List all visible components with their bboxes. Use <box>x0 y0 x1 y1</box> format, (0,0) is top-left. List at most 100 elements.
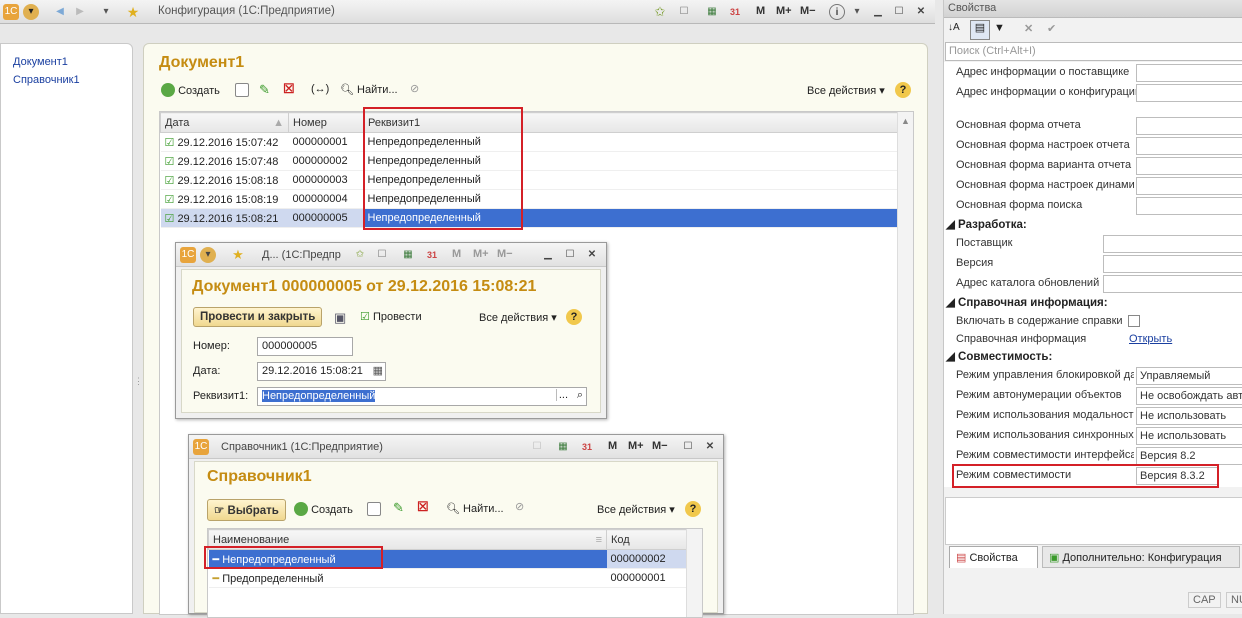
help-open-link[interactable]: Открыть <box>1129 333 1172 345</box>
help-icon[interactable]: ? <box>895 82 911 98</box>
create-button[interactable]: Создать <box>161 83 220 97</box>
tab-properties[interactable]: ▤ Свойства <box>949 546 1038 568</box>
app-logo-icon[interactable]: 1С <box>180 247 196 263</box>
table-row-selected[interactable]: ☑ 29.12.2016 15:08:21 000000005 Непредопре… <box>160 208 898 228</box>
property-value-field[interactable]: Управляемый <box>1136 367 1242 385</box>
column-date[interactable]: Дата ▲ <box>160 112 289 133</box>
copy-icon[interactable] <box>235 83 249 97</box>
edit-pencil-icon[interactable]: ✎ <box>259 82 270 98</box>
memory-m-button[interactable]: M <box>452 248 461 260</box>
column-number[interactable]: Номер <box>288 112 364 133</box>
select-button[interactable]: ... <box>555 389 568 401</box>
maximize-icon[interactable]: ☐ <box>562 247 578 263</box>
property-value-field[interactable] <box>1136 137 1242 155</box>
memory-m-button[interactable]: M <box>608 440 617 452</box>
memory-minus-button[interactable]: M− <box>652 440 668 452</box>
property-value-field[interactable] <box>1136 117 1242 135</box>
scroll-up-icon[interactable]: ▲ <box>898 116 913 126</box>
app-logo-icon[interactable]: 1С <box>193 439 209 455</box>
close-icon[interactable]: ✕ <box>913 4 929 20</box>
calculator-icon[interactable]: ▦ <box>555 439 571 455</box>
maximize-icon[interactable]: ☐ <box>680 439 696 455</box>
memory-m-button[interactable]: M <box>756 5 765 17</box>
section-development[interactable]: ◢ Разработка: <box>946 217 1027 231</box>
attr-field[interactable]: Непредопределенный... ⌕ <box>257 387 587 406</box>
info-dropdown-icon[interactable]: ▾ <box>849 4 865 20</box>
table-row[interactable]: ☑ 29.12.2016 15:07:48 000000002 Непредопре… <box>160 151 898 171</box>
filter-icon[interactable]: ▼ <box>994 22 1005 34</box>
all-actions-menu[interactable]: Все действия ▾ <box>479 311 557 324</box>
number-field[interactable]: 000000005 <box>257 337 353 356</box>
properties-search-input[interactable]: Поиск (Ctrl+Alt+I) <box>945 42 1242 61</box>
create-button[interactable]: Создать <box>294 502 353 516</box>
property-value-field[interactable] <box>1103 235 1242 253</box>
copy-icon[interactable] <box>367 502 381 516</box>
property-value-field[interactable] <box>1136 64 1242 82</box>
bookmark-icon[interactable]: ☐ <box>676 4 692 20</box>
back-arrow-icon[interactable]: ◀ <box>52 4 68 20</box>
help-icon[interactable]: ? <box>685 501 701 517</box>
nav-link-document1[interactable]: Документ1 <box>13 56 68 68</box>
date-field[interactable]: 29.12.2016 15:08:21 ▦ <box>257 362 386 381</box>
all-actions-menu[interactable]: Все действия ▾ <box>807 84 885 97</box>
calendar-icon[interactable]: 31 <box>727 4 743 20</box>
calculator-icon[interactable]: ▦ <box>400 247 416 263</box>
memory-plus-button[interactable]: M+ <box>776 5 792 17</box>
property-value-field[interactable] <box>1103 275 1242 293</box>
forward-arrow-icon[interactable]: ▶ <box>72 4 88 20</box>
favorites-star-icon[interactable]: ★ <box>230 247 246 263</box>
help-icon[interactable]: ? <box>566 309 582 325</box>
favorites-star-icon[interactable]: ★ <box>125 4 141 20</box>
main-menu-icon[interactable]: ▾ <box>23 4 39 20</box>
cancel-search-icon[interactable]: ⊘ <box>410 82 419 95</box>
select-button[interactable]: ☞ Выбрать <box>207 499 286 521</box>
minimize-icon[interactable]: ▁ <box>870 4 886 20</box>
calculator-icon[interactable]: ▦ <box>704 4 720 20</box>
cancel-search-icon[interactable]: ⊘ <box>515 500 524 513</box>
tab-additional[interactable]: ▣ Дополнительно: Конфигурация <box>1042 546 1240 568</box>
apply-icon[interactable]: ✔ <box>1047 22 1056 35</box>
property-value-field[interactable] <box>1136 197 1242 215</box>
edit-pencil-icon[interactable]: ✎ <box>393 500 404 516</box>
all-actions-menu[interactable]: Все действия ▾ <box>597 503 675 516</box>
add-favorite-icon[interactable]: ✩ <box>652 4 668 20</box>
categories-icon[interactable]: ▤ <box>970 20 990 40</box>
property-value-field[interactable] <box>1136 84 1242 102</box>
property-value-field[interactable]: Не использовать <box>1136 427 1242 445</box>
section-compatibility[interactable]: ◢ Совместимость: <box>946 349 1052 363</box>
property-value-field[interactable] <box>1103 255 1242 273</box>
vertical-scrollbar[interactable] <box>686 529 702 617</box>
sort-az-icon[interactable]: ↓A <box>948 22 960 33</box>
menu-icon[interactable]: ▾ <box>200 247 216 263</box>
post-button[interactable]: ☑ Провести <box>360 310 422 323</box>
nav-link-catalog1[interactable]: Справочник1 <box>13 74 80 86</box>
memory-plus-button[interactable]: M+ <box>628 440 644 452</box>
close-icon[interactable]: ✕ <box>702 439 718 455</box>
section-help[interactable]: ◢ Справочная информация: <box>946 295 1108 309</box>
open-magnifier-icon[interactable]: ⌕ <box>577 389 583 402</box>
app-logo-icon[interactable]: 1С <box>3 4 19 20</box>
minimize-icon[interactable]: ▁ <box>540 247 556 263</box>
calendar-icon[interactable]: 31 <box>579 439 595 455</box>
table-row[interactable]: ━ Предопределенный 000000001 <box>208 568 688 588</box>
property-value-field[interactable]: Не использовать <box>1136 407 1242 425</box>
table-row[interactable]: ☑ 29.12.2016 15:08:18 000000003 Непредопре… <box>160 170 898 190</box>
vertical-scrollbar[interactable]: ▲ <box>897 112 913 614</box>
property-value-field[interactable] <box>1136 157 1242 175</box>
column-code[interactable]: Код <box>606 529 688 550</box>
info-icon[interactable]: i <box>829 4 845 20</box>
property-value-field[interactable]: Не освобождать авт <box>1136 387 1242 405</box>
delete-mark-icon[interactable]: ☒ <box>417 499 429 515</box>
calendar-picker-icon[interactable]: ▦ <box>373 364 383 377</box>
property-value-field[interactable] <box>1136 177 1242 195</box>
memory-minus-button[interactable]: M− <box>497 248 513 260</box>
table-row[interactable]: ☑ 29.12.2016 15:07:42 000000001 Непредопре… <box>160 132 898 152</box>
clear-icon[interactable]: ✕ <box>1024 22 1033 35</box>
find-button[interactable]: 🔍︎ Найти... <box>340 83 398 96</box>
property-value-field[interactable]: Версия 8.2 <box>1136 447 1242 465</box>
bookmark-icon[interactable]: ☐ <box>529 439 545 455</box>
post-toggle-icon[interactable]: (↔) <box>311 83 329 95</box>
post-and-close-button[interactable]: Провести и закрыть <box>193 307 323 327</box>
close-icon[interactable]: ✕ <box>584 247 600 263</box>
memory-plus-button[interactable]: M+ <box>473 248 489 260</box>
